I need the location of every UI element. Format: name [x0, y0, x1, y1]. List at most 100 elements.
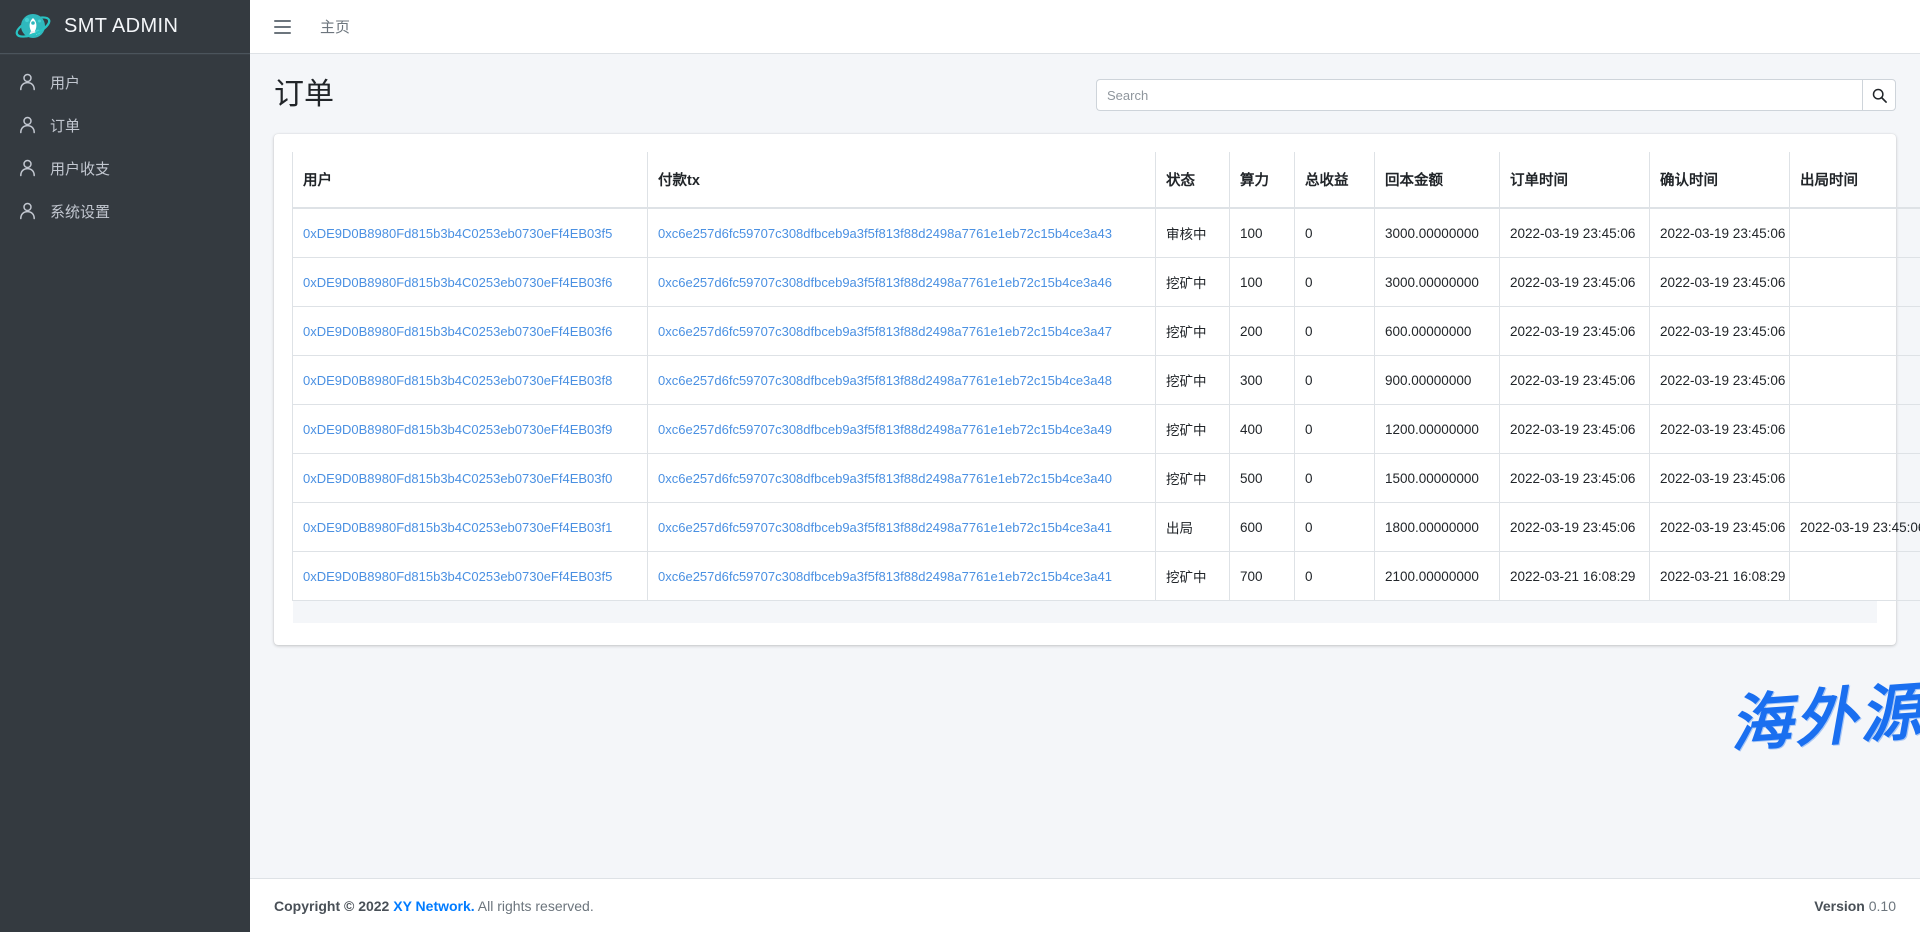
cell-payback-amount: 3000.00000000	[1375, 258, 1500, 307]
sidebar-item-label: 用户收支	[50, 158, 110, 179]
footer-copyright-suffix: All rights reserved.	[478, 898, 594, 914]
column-header-user[interactable]: 用户	[293, 152, 648, 208]
cell-state: 挖矿中	[1156, 405, 1230, 454]
user-icon	[16, 72, 38, 92]
cell-confirm-time: 2022-03-19 23:45:06	[1650, 454, 1790, 503]
cell-user: 0xDE9D0B8980Fd815b3b4C0253eb0730eFf4EB03…	[293, 454, 648, 503]
sidebar-item-label: 订单	[50, 115, 80, 136]
column-header-exit-time[interactable]: 出局时间	[1790, 152, 1920, 208]
cell-confirm-time: 2022-03-19 23:45:06	[1650, 503, 1790, 552]
sidebar-item-label: 用户	[50, 72, 80, 93]
cell-hashpower: 500	[1230, 454, 1295, 503]
cell-exit-time	[1790, 356, 1920, 405]
search-input[interactable]	[1096, 79, 1862, 111]
cell-user: 0xDE9D0B8980Fd815b3b4C0253eb0730eFf4EB03…	[293, 356, 648, 405]
cell-order-time: 2022-03-19 23:45:06	[1500, 307, 1650, 356]
cell-confirm-time: 2022-03-21 16:08:29	[1650, 552, 1790, 601]
cell-confirm-time: 2022-03-19 23:45:06	[1650, 356, 1790, 405]
footer-brand-link[interactable]: XY Network.	[393, 898, 474, 914]
page-title: 订单	[274, 80, 334, 110]
cell-state: 挖矿中	[1156, 307, 1230, 356]
cell-user-link[interactable]: 0xDE9D0B8980Fd815b3b4C0253eb0730eFf4EB03…	[303, 275, 612, 290]
sidebar-item-users[interactable]: 用户	[8, 64, 242, 100]
cell-payment-tx-link[interactable]: 0xc6e257d6fc59707c308dfbceb9a3f5f813f88d…	[658, 422, 1112, 437]
table-footer-strip	[293, 601, 1877, 623]
footer-copyright: Copyright © 2022 XY Network. All rights …	[274, 898, 594, 914]
cell-state: 审核中	[1156, 208, 1230, 258]
orders-table: 用户 付款tx 状态 算力 总收益 回本金额 订单时间 确认时间 出局时间 0x…	[292, 152, 1920, 601]
footer-version-label: Version	[1814, 898, 1865, 914]
cell-payment-tx: 0xc6e257d6fc59707c308dfbceb9a3f5f813f88d…	[648, 258, 1156, 307]
cell-order-time: 2022-03-19 23:45:06	[1500, 454, 1650, 503]
cell-payment-tx-link[interactable]: 0xc6e257d6fc59707c308dfbceb9a3f5f813f88d…	[658, 226, 1112, 241]
cell-user-link[interactable]: 0xDE9D0B8980Fd815b3b4C0253eb0730eFf4EB03…	[303, 471, 612, 486]
footer-version: Version 0.10	[1814, 898, 1896, 914]
cell-payment-tx: 0xc6e257d6fc59707c308dfbceb9a3f5f813f88d…	[648, 307, 1156, 356]
cell-payback-amount: 1200.00000000	[1375, 405, 1500, 454]
cell-total-profit: 0	[1295, 454, 1375, 503]
cell-user-link[interactable]: 0xDE9D0B8980Fd815b3b4C0253eb0730eFf4EB03…	[303, 520, 612, 535]
cell-total-profit: 0	[1295, 405, 1375, 454]
cell-payment-tx-link[interactable]: 0xc6e257d6fc59707c308dfbceb9a3f5f813f88d…	[658, 275, 1112, 290]
footer-copyright-prefix: Copyright © 2022	[274, 898, 389, 914]
cell-confirm-time: 2022-03-19 23:45:06	[1650, 208, 1790, 258]
cell-user: 0xDE9D0B8980Fd815b3b4C0253eb0730eFf4EB03…	[293, 552, 648, 601]
cell-payment-tx-link[interactable]: 0xc6e257d6fc59707c308dfbceb9a3f5f813f88d…	[658, 324, 1112, 339]
sidebar-item-system-settings[interactable]: 系统设置	[8, 193, 242, 229]
column-header-payment-tx[interactable]: 付款tx	[648, 152, 1156, 208]
cell-payment-tx-link[interactable]: 0xc6e257d6fc59707c308dfbceb9a3f5f813f88d…	[658, 520, 1112, 535]
hamburger-icon[interactable]	[266, 11, 298, 43]
cell-payment-tx: 0xc6e257d6fc59707c308dfbceb9a3f5f813f88d…	[648, 552, 1156, 601]
sidebar-nav: 用户 订单 用户收支	[0, 54, 250, 229]
search-form	[1096, 79, 1896, 111]
cell-payment-tx-link[interactable]: 0xc6e257d6fc59707c308dfbceb9a3f5f813f88d…	[658, 569, 1112, 584]
admin-page: SMT ADMIN 用户 订单	[0, 0, 1920, 932]
column-header-order-time[interactable]: 订单时间	[1500, 152, 1650, 208]
cell-exit-time	[1790, 405, 1920, 454]
cell-state: 挖矿中	[1156, 454, 1230, 503]
cell-user-link[interactable]: 0xDE9D0B8980Fd815b3b4C0253eb0730eFf4EB03…	[303, 226, 612, 241]
column-header-payback-amount[interactable]: 回本金额	[1375, 152, 1500, 208]
table-header: 用户 付款tx 状态 算力 总收益 回本金额 订单时间 确认时间 出局时间	[293, 152, 1920, 208]
cell-confirm-time: 2022-03-19 23:45:06	[1650, 405, 1790, 454]
cell-order-time: 2022-03-19 23:45:06	[1500, 503, 1650, 552]
cell-user-link[interactable]: 0xDE9D0B8980Fd815b3b4C0253eb0730eFf4EB03…	[303, 569, 612, 584]
orders-card: 用户 付款tx 状态 算力 总收益 回本金额 订单时间 确认时间 出局时间 0x…	[274, 134, 1896, 645]
column-header-total-profit[interactable]: 总收益	[1295, 152, 1375, 208]
user-icon	[16, 201, 38, 221]
cell-state: 挖矿中	[1156, 356, 1230, 405]
cell-order-time: 2022-03-19 23:45:06	[1500, 356, 1650, 405]
top-navbar: 主页	[250, 0, 1920, 54]
sidebar-item-user-income-expense[interactable]: 用户收支	[8, 150, 242, 186]
cell-payback-amount: 1800.00000000	[1375, 503, 1500, 552]
column-header-confirm-time[interactable]: 确认时间	[1650, 152, 1790, 208]
cell-payment-tx-link[interactable]: 0xc6e257d6fc59707c308dfbceb9a3f5f813f88d…	[658, 373, 1112, 388]
table-row: 0xDE9D0B8980Fd815b3b4C0253eb0730eFf4EB03…	[293, 503, 1920, 552]
sidebar-brand[interactable]: SMT ADMIN	[0, 0, 250, 54]
cell-user-link[interactable]: 0xDE9D0B8980Fd815b3b4C0253eb0730eFf4EB03…	[303, 324, 612, 339]
nav-link-home[interactable]: 主页	[320, 16, 350, 37]
cell-hashpower: 200	[1230, 307, 1295, 356]
cell-payment-tx: 0xc6e257d6fc59707c308dfbceb9a3f5f813f88d…	[648, 356, 1156, 405]
column-header-state[interactable]: 状态	[1156, 152, 1230, 208]
cell-hashpower: 700	[1230, 552, 1295, 601]
search-icon	[1872, 88, 1887, 103]
cell-total-profit: 0	[1295, 307, 1375, 356]
cell-user: 0xDE9D0B8980Fd815b3b4C0253eb0730eFf4EB03…	[293, 208, 648, 258]
cell-user: 0xDE9D0B8980Fd815b3b4C0253eb0730eFf4EB03…	[293, 405, 648, 454]
table-row: 0xDE9D0B8980Fd815b3b4C0253eb0730eFf4EB03…	[293, 208, 1920, 258]
table-body: 0xDE9D0B8980Fd815b3b4C0253eb0730eFf4EB03…	[293, 208, 1920, 601]
cell-user-link[interactable]: 0xDE9D0B8980Fd815b3b4C0253eb0730eFf4EB03…	[303, 373, 612, 388]
cell-user-link[interactable]: 0xDE9D0B8980Fd815b3b4C0253eb0730eFf4EB03…	[303, 422, 612, 437]
cell-payment-tx: 0xc6e257d6fc59707c308dfbceb9a3f5f813f88d…	[648, 454, 1156, 503]
search-button[interactable]	[1862, 79, 1896, 111]
cell-exit-time	[1790, 208, 1920, 258]
content-area: 订单	[250, 54, 1920, 878]
cell-hashpower: 400	[1230, 405, 1295, 454]
column-header-hashpower[interactable]: 算力	[1230, 152, 1295, 208]
sidebar-item-orders[interactable]: 订单	[8, 107, 242, 143]
table-row: 0xDE9D0B8980Fd815b3b4C0253eb0730eFf4EB03…	[293, 552, 1920, 601]
cell-state: 挖矿中	[1156, 552, 1230, 601]
cell-payment-tx-link[interactable]: 0xc6e257d6fc59707c308dfbceb9a3f5f813f88d…	[658, 471, 1112, 486]
cell-exit-time	[1790, 552, 1920, 601]
